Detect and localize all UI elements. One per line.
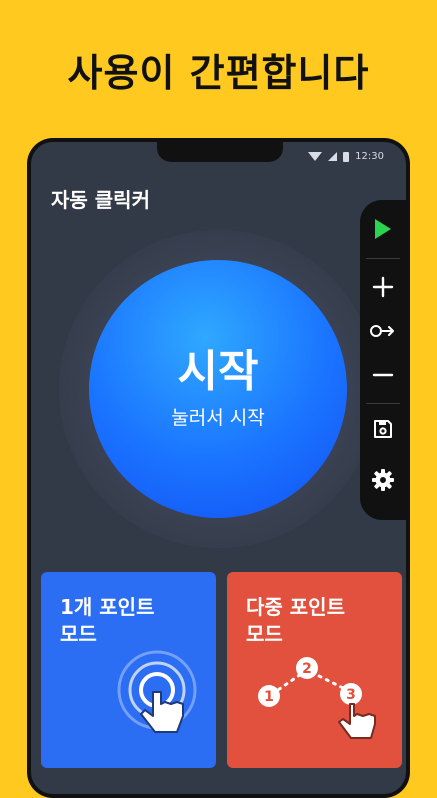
remove-point-button[interactable] — [360, 347, 406, 403]
wifi-icon — [308, 152, 323, 161]
point-2-number: 2 — [302, 661, 312, 677]
app-title: 자동 클릭커 — [51, 188, 150, 212]
save-icon — [374, 420, 392, 438]
gear-icon — [372, 469, 394, 491]
play-button[interactable] — [360, 200, 406, 258]
status-time: 12:30 — [355, 151, 384, 162]
plus-icon — [372, 276, 394, 298]
start-button-subtitle: 눌러서 시작 — [171, 406, 265, 429]
minus-icon — [372, 373, 394, 377]
multi-point-mode-subtitle: 모드 — [246, 622, 283, 646]
add-point-button[interactable] — [360, 259, 406, 315]
play-icon — [375, 219, 391, 239]
start-button-title: 시작 — [177, 346, 259, 398]
multi-point-path-icon: 1 2 3 — [258, 657, 376, 739]
status-bar: 12:30 — [308, 151, 384, 162]
save-button[interactable] — [360, 404, 406, 454]
settings-button[interactable] — [360, 454, 406, 506]
swipe-icon — [370, 325, 394, 337]
signal-icon — [328, 152, 338, 161]
multi-point-mode-label: 다중 포인트 모드 — [246, 594, 386, 648]
start-button[interactable]: 시작 눌러서 시작 — [89, 260, 347, 518]
multi-point-mode-title: 다중 포인트 — [246, 595, 345, 619]
tap-hand-icon — [117, 650, 197, 733]
battery-icon — [343, 151, 350, 162]
point-1-number: 1 — [264, 689, 274, 705]
phone-notch — [157, 142, 283, 162]
multi-point-mode-card[interactable]: 다중 포인트 모드 1 2 3 — [227, 572, 402, 768]
single-point-mode-subtitle: 모드 — [60, 622, 97, 646]
floating-toolbar — [360, 200, 406, 520]
single-point-mode-card[interactable]: 1개 포인트 모드 — [41, 572, 216, 768]
phone-screen: 12:30 자동 클릭커 시작 눌러서 시작 1개 포인트 모드 다중 포인트 … — [31, 142, 406, 794]
point-3-number: 3 — [346, 687, 356, 703]
add-swipe-button[interactable] — [360, 315, 406, 347]
single-point-mode-title: 1개 포인트 — [60, 595, 155, 619]
promo-headline: 사용이 간편합니다 — [67, 51, 370, 95]
phone-frame: 12:30 자동 클릭커 시작 눌러서 시작 1개 포인트 모드 다중 포인트 … — [27, 138, 410, 798]
single-point-mode-label: 1개 포인트 모드 — [60, 594, 200, 648]
